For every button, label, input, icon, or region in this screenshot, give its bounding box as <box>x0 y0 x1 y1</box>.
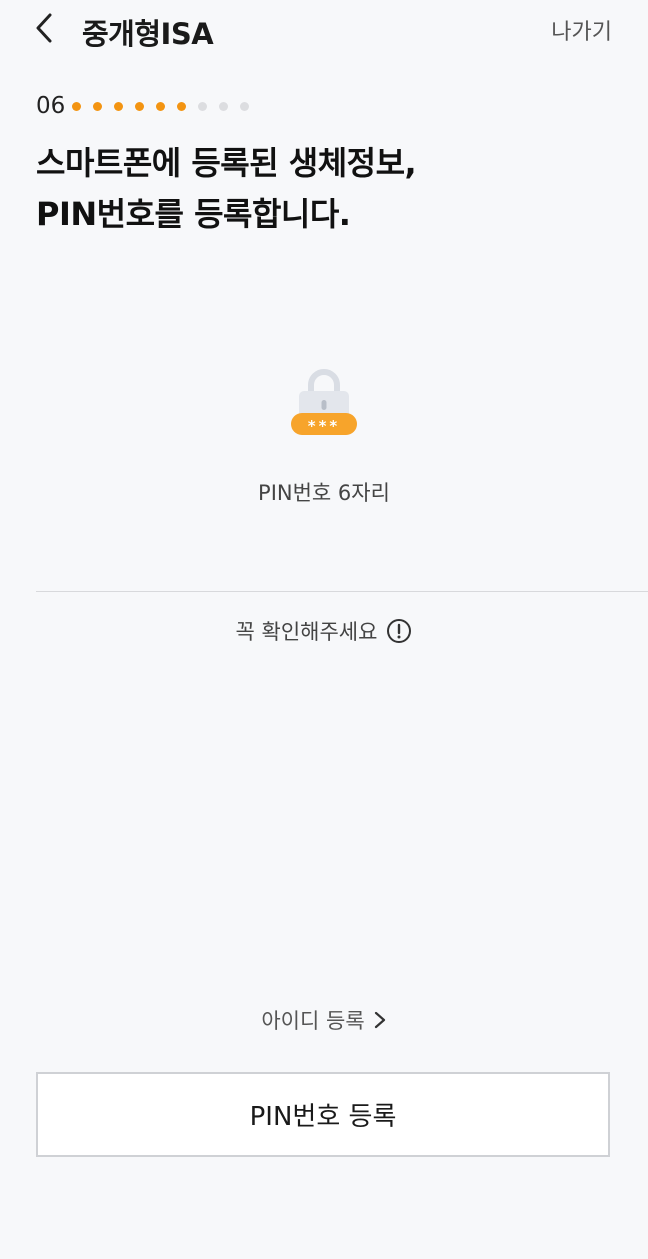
page-title: 중개형ISA <box>82 17 214 51</box>
headline-line-1: 스마트폰에 등록된 생체정보, <box>36 144 417 182</box>
notice-link[interactable]: 꼭 확인해주세요 <box>0 616 648 646</box>
pin-mask: *** <box>308 417 341 435</box>
screen: 중개형ISA 나가기 06 스마트폰에 등록된 생체정보, PIN번호를 등록합… <box>0 0 648 1259</box>
step-indicator: 06 <box>36 92 250 120</box>
exit-button[interactable]: 나가기 <box>551 14 612 46</box>
pin-illustration: *** <box>0 365 648 445</box>
progress-dot-complete <box>177 101 187 111</box>
chevron-right-icon <box>374 1011 385 1029</box>
chevron-left-icon <box>36 13 52 43</box>
pin-register-button[interactable]: PIN번호 등록 <box>36 1072 610 1157</box>
id-register-link[interactable]: 아이디 등록 <box>0 1005 648 1035</box>
progress-dot-pending <box>198 101 208 111</box>
id-register-label: 아이디 등록 <box>261 1009 365 1033</box>
lock-icon: *** <box>291 369 357 435</box>
progress-dot-complete <box>135 101 145 111</box>
notice-label: 꼭 확인해주세요 <box>235 620 378 644</box>
step-number: 06 <box>36 93 66 119</box>
pin-caption: PIN번호 6자리 <box>258 481 390 505</box>
back-button[interactable] <box>24 6 64 50</box>
exclamation-circle-icon <box>387 619 412 643</box>
progress-dot-complete <box>156 101 166 111</box>
progress-dots <box>72 101 250 111</box>
progress-dot-pending <box>219 101 229 111</box>
progress-dot-complete <box>114 101 124 111</box>
headline-line-2: PIN번호를 등록합니다. <box>36 195 351 233</box>
header: 중개형ISA 나가기 <box>0 0 648 58</box>
divider <box>36 591 648 592</box>
progress-dot-complete <box>72 101 82 111</box>
progress-dot-pending <box>240 101 250 111</box>
headline: 스마트폰에 등록된 생체정보, PIN번호를 등록합니다. <box>36 138 417 240</box>
progress-dot-complete <box>93 101 103 111</box>
